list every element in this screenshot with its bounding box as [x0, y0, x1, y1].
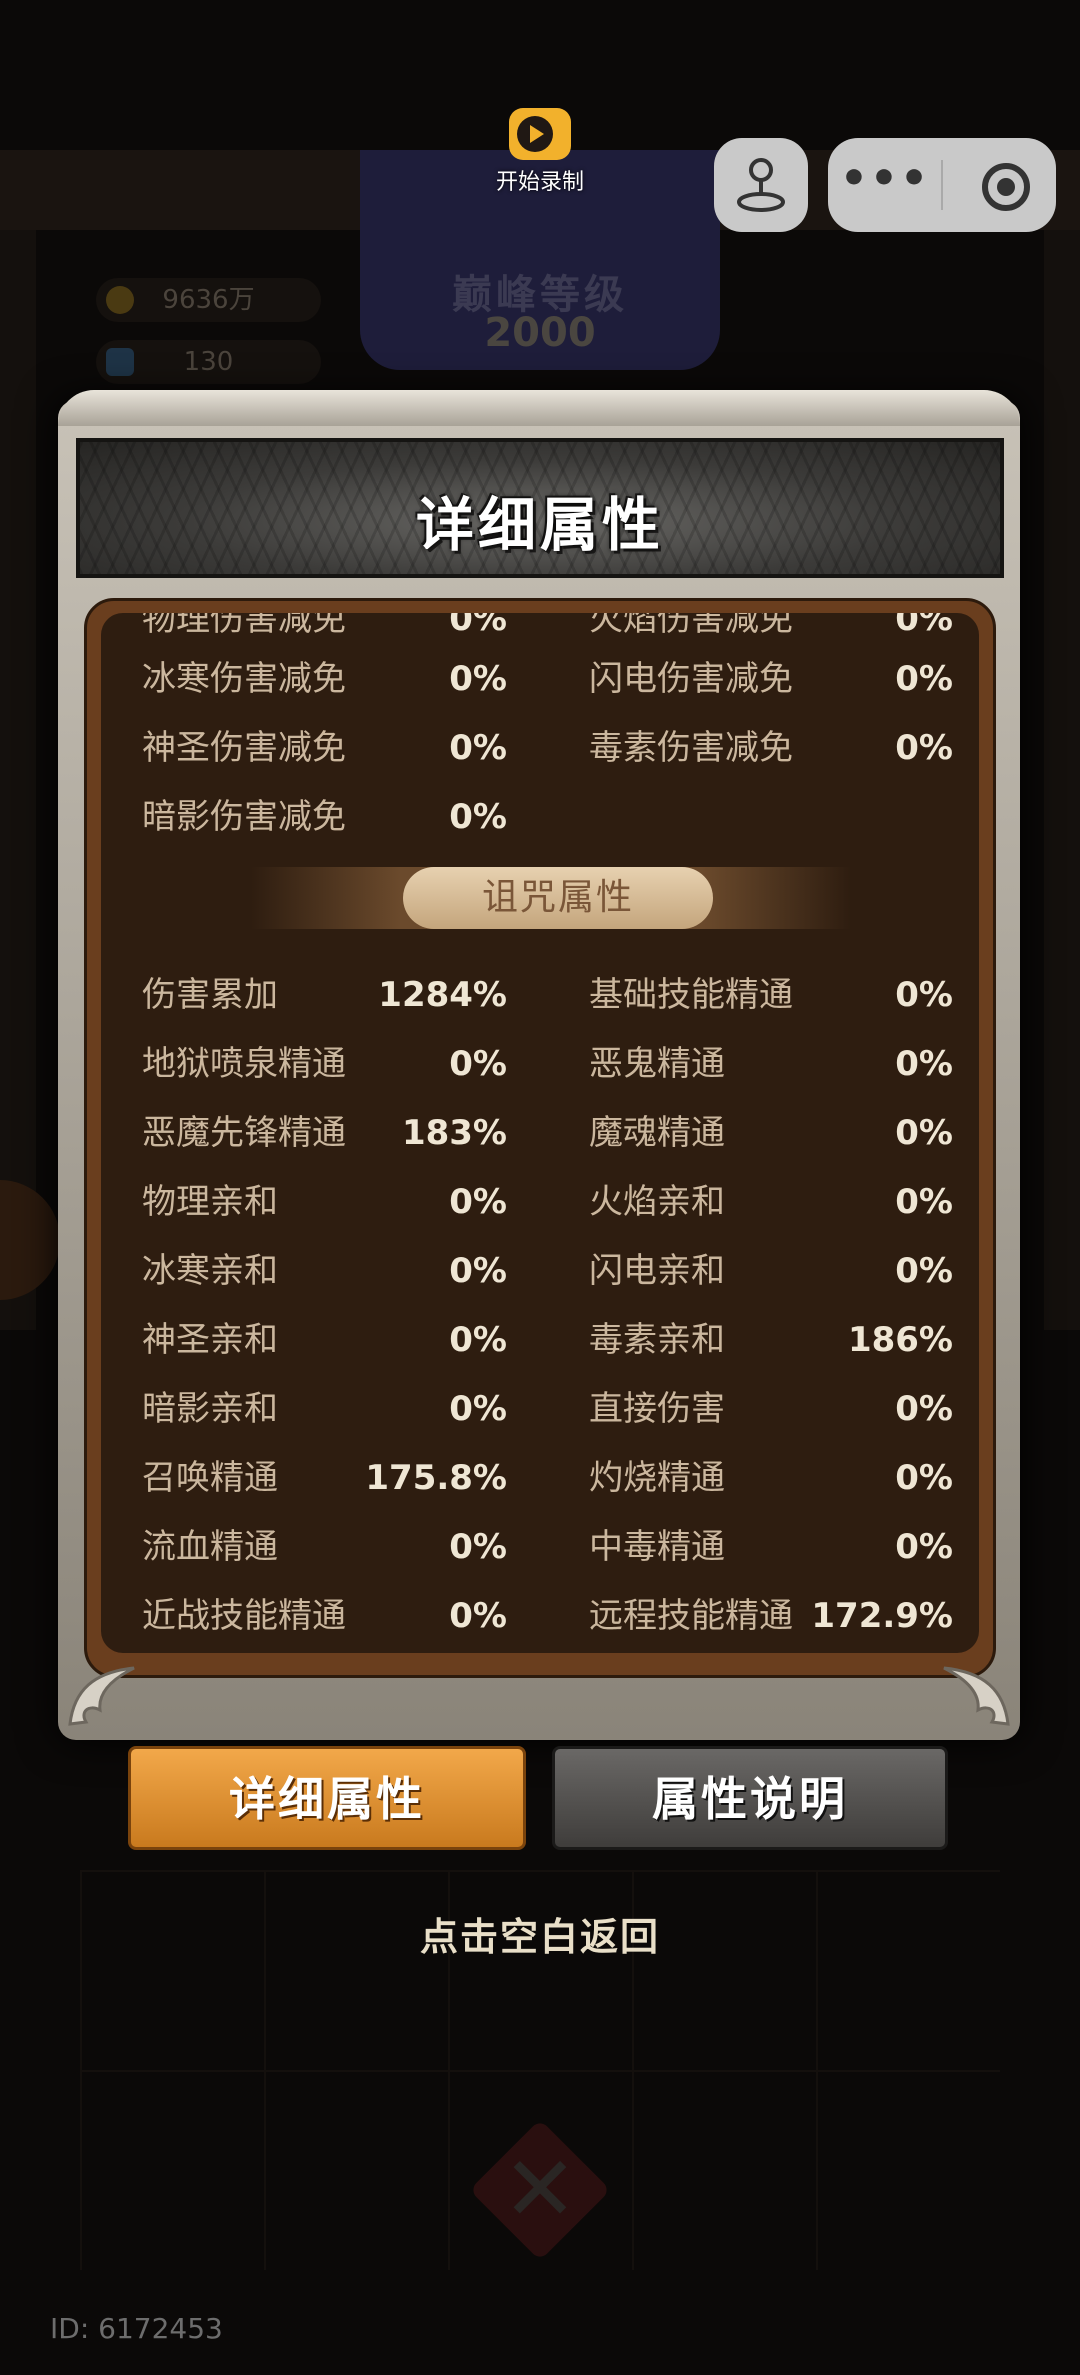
attribute-value: 0%: [449, 1596, 507, 1636]
target-close-icon[interactable]: [982, 163, 1030, 211]
attribute-value: 0%: [895, 1527, 953, 1567]
attribute-label: 冰寒亲和: [142, 1251, 278, 1291]
panel-title: 详细属性: [415, 491, 664, 559]
corner-ornament-icon: [943, 1666, 1010, 1726]
gold-amount: 9636万: [162, 285, 255, 315]
attribute-value: 0%: [449, 797, 507, 837]
attribute-row: 冰寒亲和 0% 闪电亲和 0%: [101, 1241, 979, 1301]
tab-detail-attributes[interactable]: 详细属性: [128, 1746, 526, 1850]
attribute-label: 召唤精通: [142, 1458, 278, 1498]
attribute-row: 恶魔先锋精通 183% 魔魂精通 0%: [101, 1103, 979, 1163]
attribute-row: 召唤精通 175.8% 灼烧精通 0%: [101, 1448, 979, 1508]
attribute-label: 伤害累加: [142, 975, 278, 1015]
gem-icon: [106, 348, 134, 376]
background-frame-right: [1044, 230, 1080, 1330]
corner-ornament-icon: [68, 1666, 135, 1726]
attribute-value: 0%: [895, 613, 953, 639]
attribute-value: 0%: [449, 728, 507, 768]
attribute-row: 暗影亲和 0% 直接伤害 0%: [101, 1379, 979, 1439]
attribute-row: 流血精通 0% 中毒精通 0%: [101, 1517, 979, 1577]
attribute-value: 0%: [895, 1044, 953, 1084]
attribute-value: 0%: [449, 1044, 507, 1084]
player-id: ID: 6172453: [50, 2312, 223, 2345]
more-dots-icon[interactable]: •••: [828, 138, 942, 232]
panel-top-edge: [58, 390, 1020, 426]
attribute-value: 186%: [847, 1320, 953, 1360]
gem-counter: 130: [96, 340, 321, 384]
attribute-row: 地狱喷泉精通 0% 恶鬼精通 0%: [101, 1034, 979, 1094]
gold-counter: 9636万: [96, 278, 321, 322]
attribute-row: 近战技能精通 0% 远程技能精通 172.9%: [101, 1586, 979, 1646]
start-recording-button[interactable]: 开始录制: [470, 108, 610, 196]
attribute-row-partial: 物理伤害减免 0% 火焰伤害减免 0%: [101, 613, 979, 649]
attribute-value: 172.9%: [811, 1596, 953, 1636]
tab-attribute-description[interactable]: 属性说明: [552, 1746, 948, 1850]
joystick-button[interactable]: [714, 138, 808, 232]
attribute-value: 0%: [895, 1182, 953, 1222]
attribute-value: 0%: [449, 1182, 507, 1222]
gem-amount: 130: [183, 347, 234, 377]
video-camera-icon: [509, 108, 571, 160]
attribute-value: 0%: [895, 659, 953, 699]
attribute-value: 0%: [895, 1389, 953, 1429]
tap-blank-to-return-hint[interactable]: 点击空白返回: [0, 1906, 1080, 1961]
attribute-value: 0%: [895, 1458, 953, 1498]
background-side-button: [0, 1180, 60, 1300]
attribute-row: 冰寒伤害减免 0% 闪电伤害减免 0%: [101, 649, 979, 709]
attribute-value: 0%: [449, 1527, 507, 1567]
attribute-label: 流血精通: [142, 1527, 278, 1567]
panel-header: 详细属性: [76, 438, 1004, 578]
start-recording-label: 开始录制: [495, 170, 584, 195]
capsule-divider: [941, 160, 943, 210]
attribute-row: 神圣亲和 0% 毒素亲和 186%: [101, 1310, 979, 1370]
crossed-swords-icon: ✕: [502, 2137, 578, 2242]
attribute-value: 0%: [895, 728, 953, 768]
attribute-value: 0%: [449, 1389, 507, 1429]
joystick-icon: [737, 158, 785, 212]
curse-section-heading: 诅咒属性: [403, 867, 713, 929]
attribute-label: 物理亲和: [142, 1182, 278, 1222]
attribute-value: 0%: [895, 975, 953, 1015]
attribute-value: 175.8%: [365, 1458, 507, 1498]
attribute-row: 神圣伤害减免 0% 毒素伤害减免 0%: [101, 718, 979, 778]
attribute-list-frame: 物理伤害减免 0% 火焰伤害减免 0% 冰寒伤害减免 0% 闪电伤害减免 0% …: [84, 598, 996, 1678]
gold-coin-icon: [106, 286, 134, 314]
mini-program-capsule: •••: [828, 138, 1056, 232]
peak-level-value: 2000: [484, 310, 596, 356]
attribute-value: 0%: [449, 1320, 507, 1360]
attribute-row: 物理亲和 0% 火焰亲和 0%: [101, 1172, 979, 1232]
attribute-value: 0%: [449, 659, 507, 699]
attribute-row: 暗影伤害减免 0%: [101, 787, 979, 847]
attribute-value: 0%: [449, 613, 507, 639]
attribute-scroll-area[interactable]: 物理伤害减免 0% 火焰伤害减免 0% 冰寒伤害减免 0% 闪电伤害减免 0% …: [101, 613, 979, 1653]
attribute-value: 0%: [895, 1251, 953, 1291]
background-frame-left: [0, 230, 36, 1330]
attribute-row: 伤害累加 1284% 基础技能精通 0%: [101, 965, 979, 1025]
attribute-value: 183%: [401, 1113, 507, 1153]
attribute-label: 神圣亲和: [142, 1320, 278, 1360]
attribute-value: 1284%: [378, 975, 507, 1015]
attribute-value: 0%: [895, 1113, 953, 1153]
attribute-label: 暗影亲和: [142, 1389, 278, 1429]
attribute-value: 0%: [449, 1251, 507, 1291]
